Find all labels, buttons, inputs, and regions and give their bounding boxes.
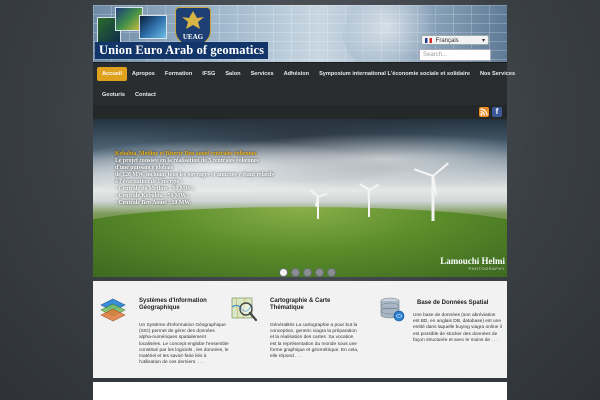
site-wrapper: UEAG Union Euro Arab of geomatics França… [93,5,515,277]
satellite-thumb [139,15,167,39]
language-selected: Français [435,38,459,44]
slider-dot-3[interactable] [303,268,312,277]
nav-row-1: Accueil Apropos Formation IFSG Salon Ser… [97,67,520,81]
slide-line: - Centrale Kebabta : 50 MW ; [115,193,190,199]
chevron-down-icon: ▾ [481,38,485,44]
slide-line: - Centrale Ben Aouel : 20 MW. [115,200,191,206]
slide-caption: Kebabta, Metline et Bizerte Ben aouel ce… [115,151,295,207]
slider-dot-2[interactable] [291,268,300,277]
nav-item-accueil[interactable]: Accueil [97,67,127,81]
satellite-images [97,7,169,47]
nav-item-salon[interactable]: Salon [220,67,245,81]
site-title[interactable]: Union Euro Arab of geomatics [95,42,269,59]
slider-pagination [279,268,336,277]
feature-text: Une base de données (son abréviation est… [413,313,502,343]
nav-item-ifsg[interactable]: IFSG [197,67,220,81]
slide-line: Le projet consiste en la réalisation de … [115,158,259,164]
slide-line: d'une puissance globale [115,165,174,171]
wind-turbine [413,161,451,221]
rss-icon[interactable] [479,107,489,117]
wind-turbine [358,181,380,217]
photo-watermark: Lamouchi Helmi PHOTOGRAPHY [440,256,505,271]
hero-slider[interactable]: Kebabta, Metline et Bizerte Ben aouel ce… [93,119,507,277]
nav-item-formation[interactable]: Formation [160,67,197,81]
ueag-logo[interactable]: UEAG [175,7,211,45]
slide-line: - Centrale de Metline : 50 MW ; [115,186,195,192]
slider-dot-5[interactable] [327,268,336,277]
content-area-top [93,382,507,400]
feature-text: Généralités La cartographie a pour but l… [270,323,359,360]
watermark-name: Lamouchi Helmi [440,256,505,266]
search-input[interactable]: Search... [419,49,491,61]
eagle-emblem-icon [182,11,204,29]
main-nav: Accueil Apropos Formation IFSG Salon Ser… [93,62,515,105]
feature-title[interactable]: Systèmes d'Information Géographique [139,298,229,312]
header-banner: UEAG Union Euro Arab of geomatics França… [93,5,507,62]
feature-text: Un Système d'Information Géographique (S… [139,323,229,366]
slide-line: de 120 MW, incluant tous les ouvrages et… [115,172,274,178]
nav-item-services[interactable]: Services [246,67,279,81]
france-flag-icon [425,37,432,43]
feature-title[interactable]: Base de Données Spatial [417,300,507,307]
watermark-sub: PHOTOGRAPHY [468,266,505,271]
logo-text: UEAG [182,33,204,41]
nav-item-symposium[interactable]: Symposium international L'économie socia… [314,67,475,81]
slider-dot-4[interactable] [315,268,324,277]
database-icon [380,297,405,322]
slide-line: à l'évacuation de l'énergie : [115,179,183,185]
features-section: Systèmes d'Information Géographique Un S… [93,281,507,378]
nav-row-2: Geoturis Contact [97,88,161,102]
language-select[interactable]: Français ▾ [421,35,489,45]
rss-glyph-icon [480,108,488,116]
map-magnifier-icon [231,297,258,322]
facebook-icon[interactable]: f [492,107,502,117]
sig-layers-icon [100,298,126,322]
feature-title[interactable]: Cartographie & Carte Thématique [270,298,360,312]
wind-turbine [308,189,328,219]
slide-headline: Kebabta, Metline et Bizerte Ben aouel ce… [115,151,257,157]
slider-dot-1[interactable] [279,268,288,277]
nav-item-apropos[interactable]: Apropos [127,67,160,81]
social-bar: f [93,105,507,119]
nav-item-geoturis[interactable]: Geoturis [97,88,130,102]
nav-item-contact[interactable]: Contact [130,88,161,102]
nav-item-nos-services[interactable]: Nos Services [475,67,520,81]
nav-item-adhesion[interactable]: Adhésion [279,67,314,81]
